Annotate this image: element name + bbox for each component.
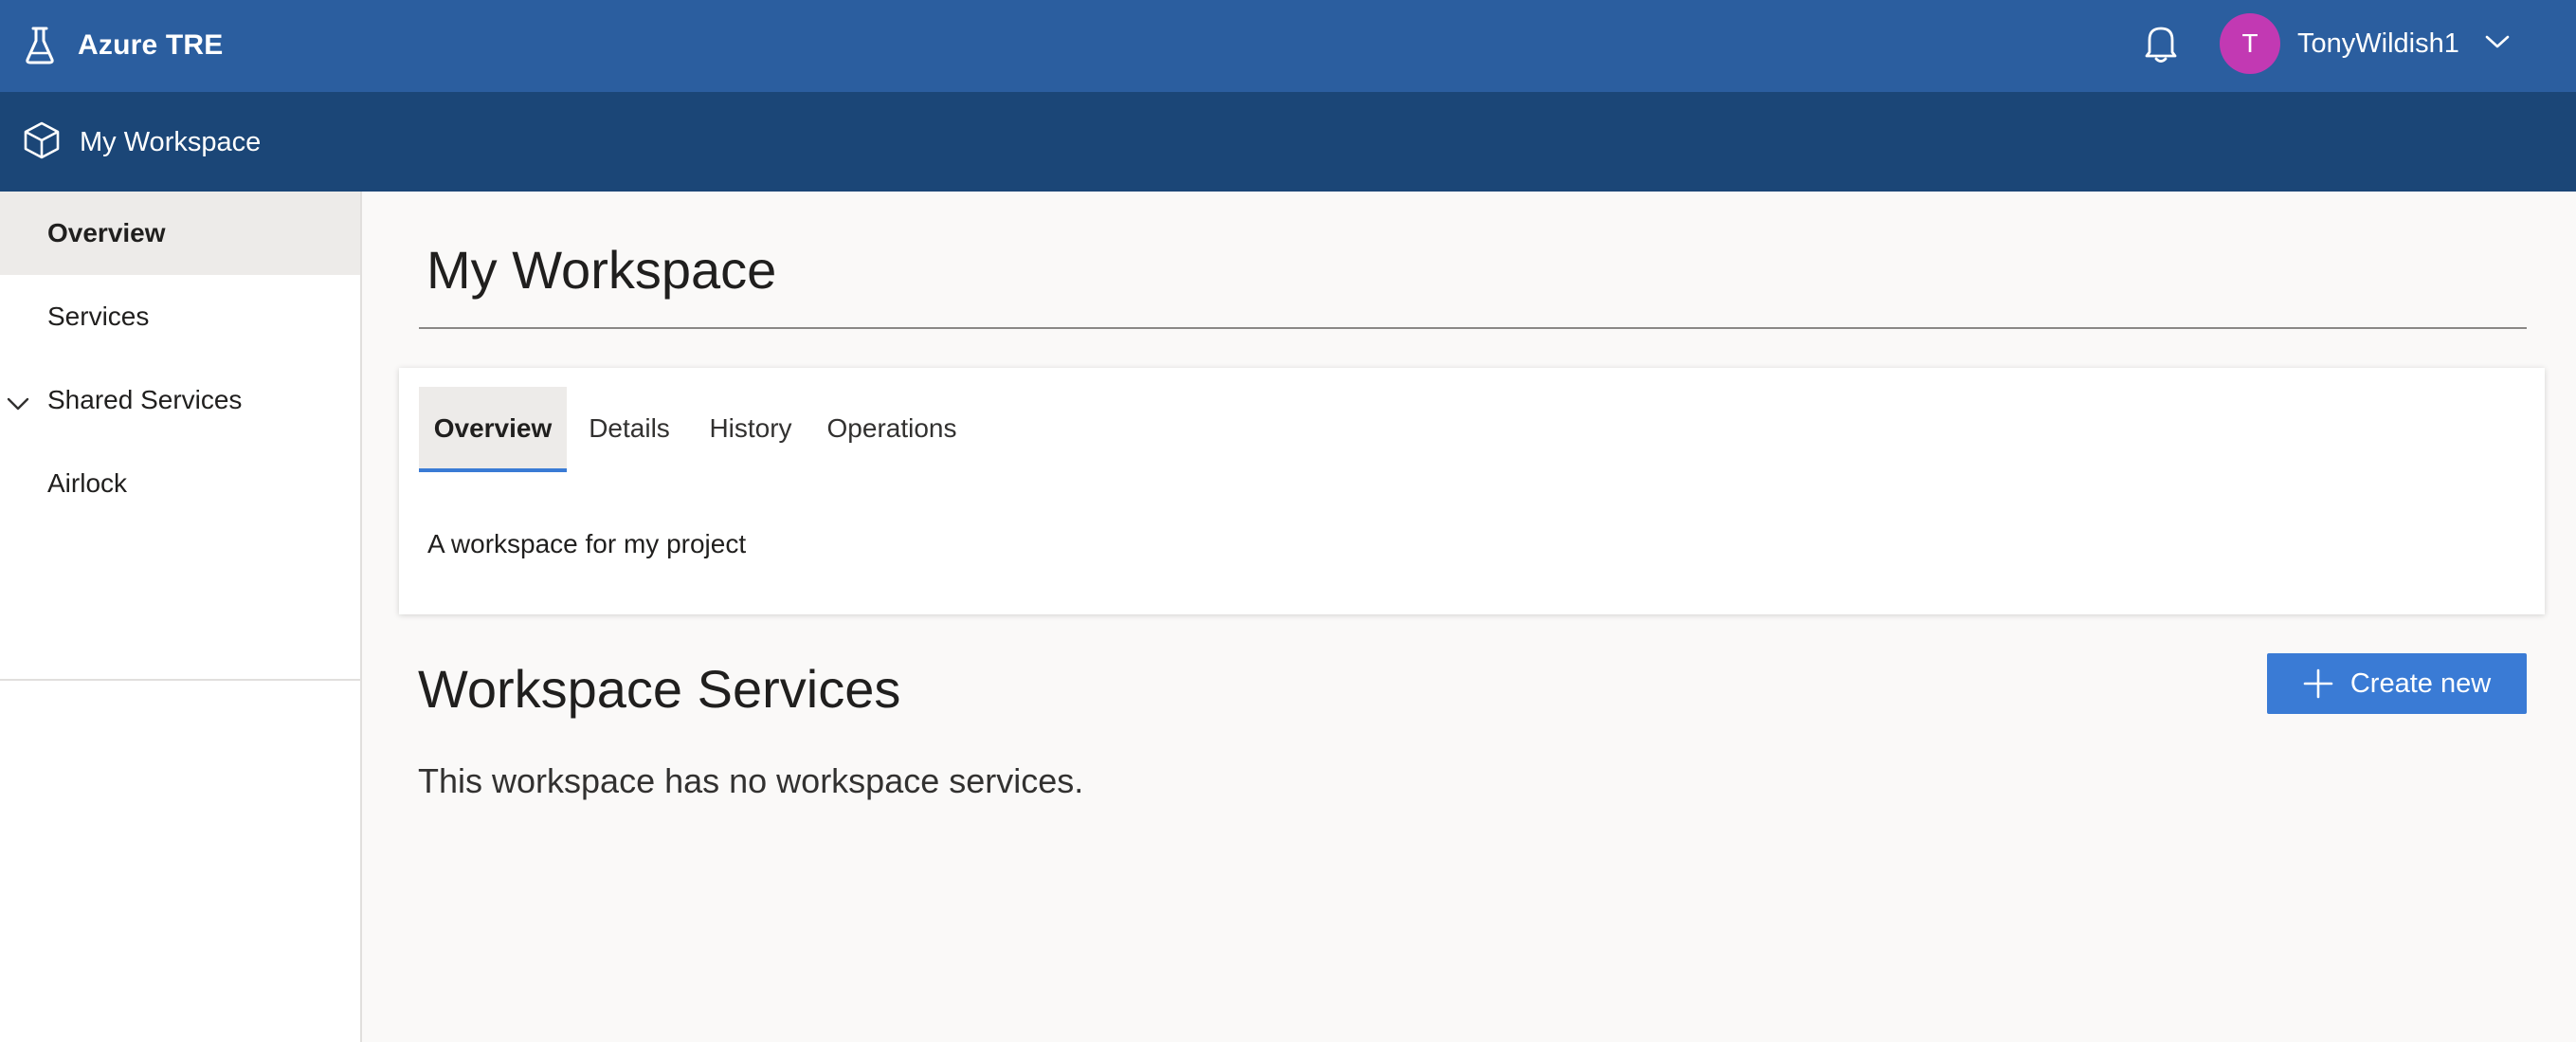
- chevron-down-icon: [2484, 33, 2511, 55]
- sidebar-item-airlock[interactable]: Airlock: [0, 442, 360, 525]
- empty-services-message: This workspace has no workspace services…: [418, 761, 1084, 800]
- brand-title: Azure TRE: [78, 29, 224, 61]
- create-new-label: Create new: [2349, 667, 2492, 699]
- avatar: T: [2220, 13, 2280, 74]
- sidebar: Overview Services Shared Services Airloc…: [0, 192, 362, 1042]
- user-name: TonyWildish1: [2297, 27, 2459, 59]
- tab-history[interactable]: History: [696, 387, 806, 470]
- notifications-button[interactable]: [2144, 23, 2178, 69]
- avatar-initial: T: [2241, 28, 2259, 58]
- workspace-bar-title: My Workspace: [80, 126, 262, 157]
- tab-details[interactable]: Details: [576, 387, 682, 470]
- workspace-link[interactable]: My Workspace: [23, 120, 261, 164]
- sidebar-item-label: Airlock: [47, 468, 128, 498]
- tab-label: Details: [589, 413, 670, 443]
- tab-label: History: [709, 413, 792, 443]
- sidebar-item-shared-services[interactable]: Shared Services: [0, 358, 360, 442]
- page-title: My Workspace: [426, 240, 777, 300]
- sidebar-divider: [0, 679, 360, 681]
- flask-icon: [25, 27, 55, 64]
- sidebar-item-overview[interactable]: Overview: [0, 192, 360, 275]
- title-divider: [419, 327, 2527, 329]
- sidebar-item-services[interactable]: Services: [0, 275, 360, 358]
- workspace-services-heading: Workspace Services: [418, 659, 901, 719]
- plus-icon: [2303, 668, 2350, 699]
- tab-operations[interactable]: Operations: [813, 387, 971, 470]
- sidebar-item-label: Overview: [47, 218, 166, 247]
- top-app-bar: Azure TRE T TonyWildish1: [0, 0, 2576, 92]
- tab-label: Overview: [433, 413, 553, 443]
- create-new-button[interactable]: Create new: [2267, 653, 2527, 714]
- chevron-down-icon[interactable]: [6, 389, 30, 419]
- sidebar-item-label: Shared Services: [47, 385, 243, 414]
- sidebar-item-label: Services: [47, 302, 150, 331]
- user-menu[interactable]: T TonyWildish1: [2220, 13, 2511, 74]
- bell-icon: [2144, 27, 2178, 68]
- workspace-bar: My Workspace: [0, 92, 2576, 192]
- cube-icon: [23, 120, 61, 165]
- tab-overview[interactable]: Overview: [419, 387, 567, 472]
- brand[interactable]: Azure TRE: [25, 21, 224, 70]
- tab-label: Operations: [826, 413, 957, 443]
- workspace-description: A workspace for my project: [427, 529, 747, 558]
- workspace-card: Overview Details History Operations A wo…: [399, 368, 2545, 614]
